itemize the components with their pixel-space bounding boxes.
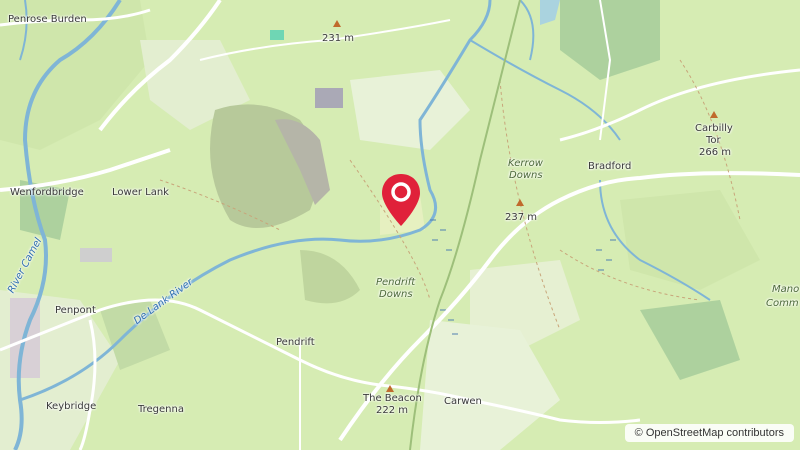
map-canvas[interactable]: Penrose Burden Wenfordbridge Lower Lank … xyxy=(0,0,800,450)
area-label-kerrow: Kerrow xyxy=(508,158,543,169)
peak-name-tor: Tor xyxy=(706,135,721,146)
peak-elevation-237[interactable]: 237 m xyxy=(505,212,537,224)
place-label-wenfordbridge[interactable]: Wenfordbridge xyxy=(10,187,84,199)
place-label-penrose-burden[interactable]: Penrose Burden xyxy=(8,14,87,26)
place-label-pendrift[interactable]: Pendrift xyxy=(276,337,315,349)
place-label-penpont[interactable]: Penpont xyxy=(55,305,96,317)
place-label-lower-lank[interactable]: Lower Lank xyxy=(112,187,169,199)
peak-name-carbilly[interactable]: Carbilly xyxy=(695,123,733,135)
peak-name-the-beacon[interactable]: The Beacon xyxy=(363,393,422,405)
area-label-manor-common: Comm xyxy=(766,298,799,309)
peak-icon xyxy=(516,199,524,206)
place-label-tregenna[interactable]: Tregenna xyxy=(138,404,184,416)
peak-icon xyxy=(333,20,341,27)
area-label-pendrift: Pendrift xyxy=(376,277,416,288)
location-pin-icon[interactable] xyxy=(379,172,423,228)
attribution-link[interactable]: © OpenStreetMap contributors xyxy=(624,424,794,442)
place-label-keybridge[interactable]: Keybridge xyxy=(46,401,96,413)
area-label-kerrow-downs: Downs xyxy=(509,170,543,181)
area-label-pendrift-downs: Downs xyxy=(379,289,413,300)
peak-icon xyxy=(710,111,718,118)
place-label-bradford[interactable]: Bradford xyxy=(588,161,631,173)
peak-elevation-222: 222 m xyxy=(376,405,409,416)
place-label-carwen[interactable]: Carwen xyxy=(444,396,482,408)
peak-elevation-231[interactable]: 231 m xyxy=(322,33,354,45)
peak-icon xyxy=(386,385,394,392)
peak-elevation-266: 266 m xyxy=(699,147,732,158)
area-label-manor: Mano xyxy=(772,284,800,295)
